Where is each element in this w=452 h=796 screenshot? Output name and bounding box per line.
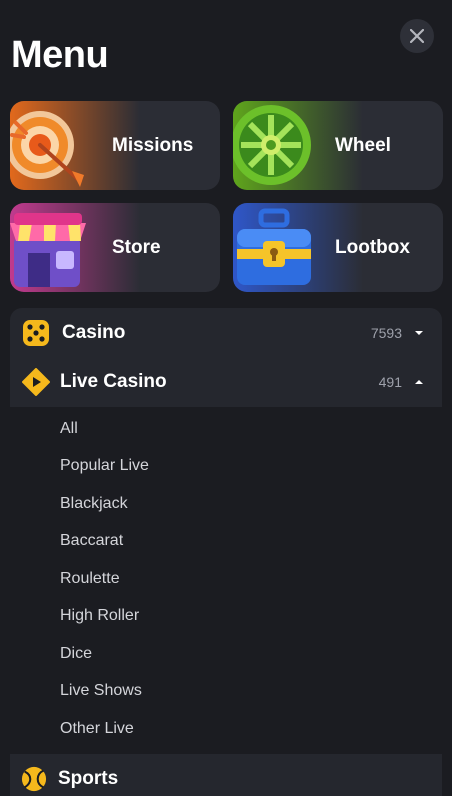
store-tile[interactable]: Store xyxy=(10,203,220,292)
store-label: Store xyxy=(112,236,161,258)
store-shop-icon xyxy=(10,213,86,287)
close-button[interactable] xyxy=(400,19,434,53)
submenu-item-other-live[interactable]: Other Live xyxy=(60,717,134,741)
missions-tile[interactable]: Missions xyxy=(10,101,220,190)
submenu-item-live-shows[interactable]: Live Shows xyxy=(60,679,142,703)
play-diamond-icon xyxy=(22,368,50,396)
tennis-ball-icon xyxy=(21,766,47,792)
chevron-up-icon xyxy=(415,380,423,384)
dart-target-icon xyxy=(10,111,84,187)
submenu-item-all[interactable]: All xyxy=(60,417,78,441)
wheel-label: Wheel xyxy=(335,134,391,156)
live-casino-submenu: All Popular Live Blackjack Baccarat Roul… xyxy=(10,407,442,754)
lootbox-label: Lootbox xyxy=(335,236,410,258)
casino-count: 7593 xyxy=(370,325,402,341)
live-casino-label: Live Casino xyxy=(60,371,167,392)
prize-wheel-icon xyxy=(233,105,311,185)
lootbox-tile[interactable]: Lootbox xyxy=(233,203,443,292)
submenu-item-dice[interactable]: Dice xyxy=(60,642,92,666)
chevron-down-icon xyxy=(415,331,423,335)
submenu-item-high-roller[interactable]: High Roller xyxy=(60,604,139,628)
submenu-item-popular-live[interactable]: Popular Live xyxy=(60,454,149,478)
category-nav: Casino 7593 Live Casino 491 All Popular … xyxy=(10,308,442,796)
casino-label: Casino xyxy=(62,322,126,343)
sports-label: Sports xyxy=(58,768,119,789)
dice-icon xyxy=(23,320,49,346)
page-title: Menu xyxy=(11,34,109,76)
missions-label: Missions xyxy=(112,134,194,156)
live-casino-count: 491 xyxy=(378,374,402,390)
live-casino-category-row[interactable]: Live Casino 491 xyxy=(10,357,442,407)
wheel-tile[interactable]: Wheel xyxy=(233,101,443,190)
casino-category-row[interactable]: Casino 7593 xyxy=(10,308,442,358)
submenu-item-baccarat[interactable]: Baccarat xyxy=(60,529,123,553)
submenu-item-blackjack[interactable]: Blackjack xyxy=(60,492,128,516)
close-icon xyxy=(410,29,424,43)
sports-category-row[interactable]: Sports xyxy=(10,754,442,796)
submenu-item-roulette[interactable]: Roulette xyxy=(60,567,120,591)
lootbox-chest-icon xyxy=(237,208,311,285)
